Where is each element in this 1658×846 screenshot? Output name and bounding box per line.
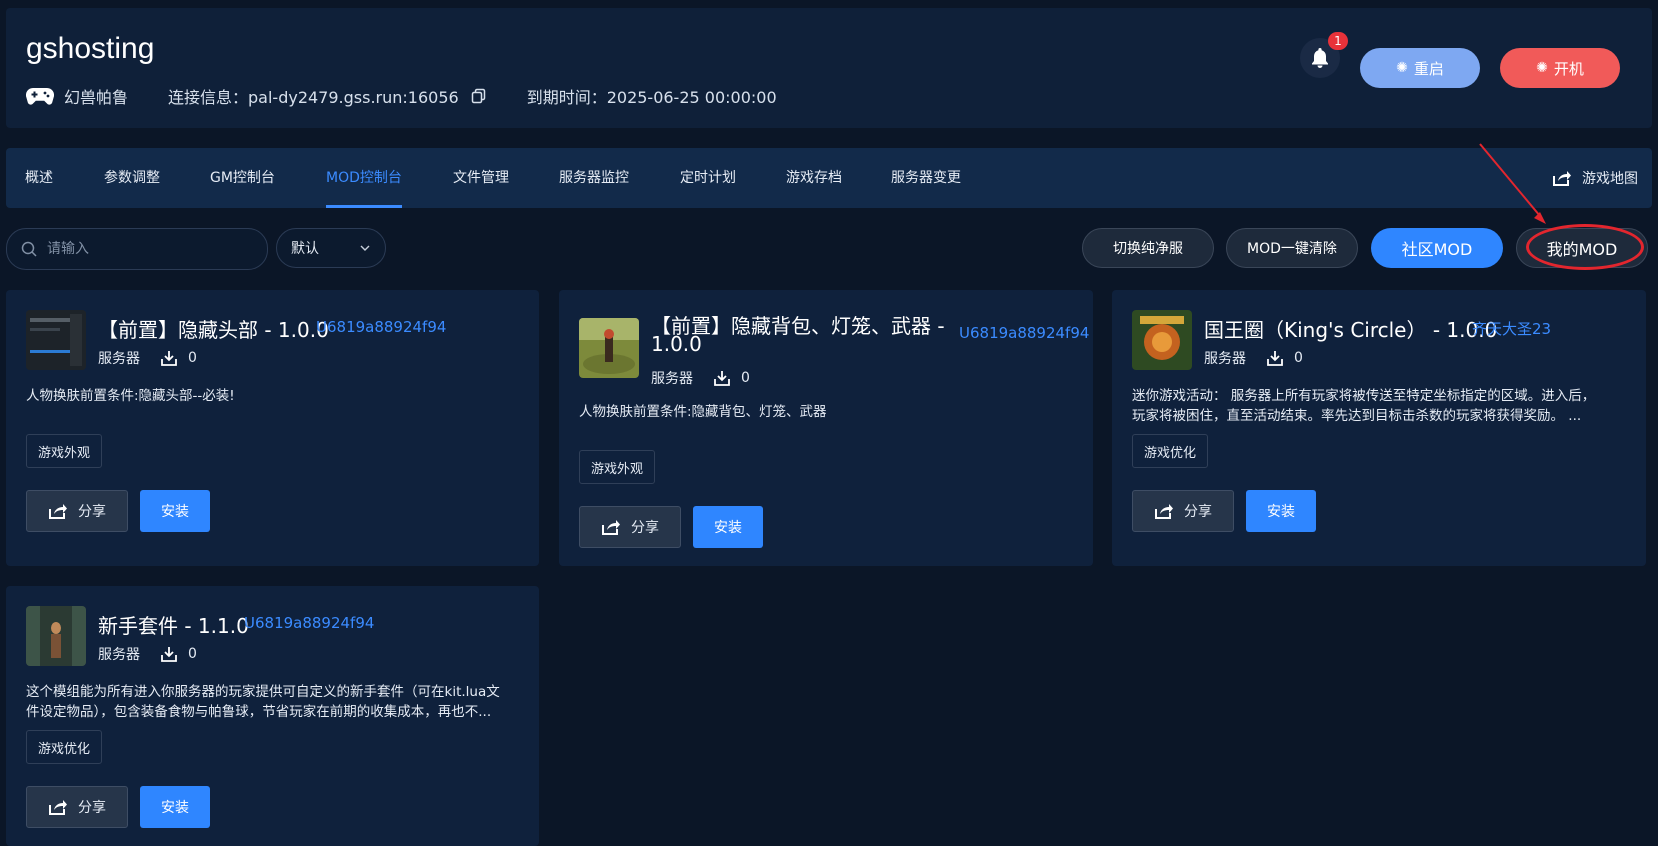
mod-author[interactable]: 齐天大圣23 [1472,318,1551,339]
tab-schedule[interactable]: 定时计划 [680,148,736,208]
switch-pure-server-button[interactable]: 切换纯净服 [1082,228,1214,268]
mod-stats: 服务器 0 [651,368,750,388]
mod-downloads: 0 [1294,350,1303,366]
mod-downloads: 0 [741,370,750,386]
mod-thumbnail [579,318,639,378]
mod-thumbnail [26,310,86,370]
mod-card: 【前置】隐藏背包、灯笼、武器 - 1.0.0 U6819a88924f94 服务… [559,290,1093,566]
brand-title: gshosting [26,32,155,65]
download-icon [714,371,730,386]
mod-downloads: 0 [188,646,197,662]
chevron-down-icon [360,245,370,251]
mod-card: 【前置】隐藏头部 - 1.0.0 U6819a88924f94 服务器 0 人物… [6,290,539,566]
share-label: 分享 [1184,504,1212,520]
install-button[interactable]: 安装 [140,786,210,828]
mod-description: 人物换肤前置条件:隐藏背包、灯笼、武器 [579,404,827,420]
game-label: 幻兽帕鲁 [64,88,129,107]
connection-text: 连接信息：pal-dy2479.gss.run:16056 [168,88,459,107]
notification-badge: 1 [1328,32,1348,50]
loading-icon: ✺ [1396,60,1408,76]
expiry-text: 到期时间：2025-06-25 00:00:00 [526,88,777,107]
mod-downloads: 0 [188,350,197,366]
tab-params[interactable]: 参数调整 [104,148,160,208]
game-name: 幻兽帕鲁 [26,84,128,108]
share-button[interactable]: 分享 [26,490,128,532]
community-mod-button[interactable]: 社区MOD [1371,228,1503,268]
connection-info: 连接信息：pal-dy2479.gss.run:16056 [168,84,487,108]
share-icon [1553,171,1571,186]
mod-tag: 游戏优化 [26,730,103,764]
mod-description-cont: 件设定物品），包含装备食物与帕鲁球，节省玩家在前期的收集成本，再也不... [26,704,492,720]
mod-platform: 服务器 [1204,351,1246,367]
install-button[interactable]: 安装 [1246,490,1316,532]
mod-description: 人物换肤前置条件:隐藏头部--必装! [26,388,235,404]
tab-file-manager[interactable]: 文件管理 [453,148,509,208]
mod-tag: 游戏优化 [1132,434,1209,468]
share-label: 分享 [78,800,106,816]
mod-tag: 游戏外观 [26,434,103,468]
mod-description-cont: 玩家将被困住，直至活动结束。率先达到目标击杀数的玩家将获得奖励。 ... [1132,408,1582,424]
mod-title: 新手套件 - 1.1.0 [98,614,249,638]
tab-game-saves[interactable]: 游戏存档 [786,148,842,208]
mod-description: 迷你游戏活动： 服务器上所有玩家将被传送至特定坐标指定的区域。进入后， [1132,388,1596,404]
restart-button[interactable]: ✺ 重启 [1360,48,1480,88]
mod-stats: 服务器 0 [98,644,197,664]
mod-thumbnail [26,606,86,666]
mod-card: 新手套件 - 1.1.0 U6819a88924f94 服务器 0 这个模组能为… [6,586,539,846]
tab-gm-console[interactable]: GM控制台 [210,148,275,208]
game-map-link[interactable]: 游戏地图 [1552,148,1638,208]
tab-overview[interactable]: 概述 [25,148,53,208]
share-icon [602,520,620,535]
sort-value: 默认 [291,241,319,257]
mod-description: 这个模组能为所有进入你服务器的玩家提供可自定义的新手套件（可在kit.lua文 [26,684,500,700]
mod-clear-button[interactable]: MOD一键清除 [1226,228,1358,268]
share-label: 分享 [631,520,659,536]
mod-stats: 服务器 0 [1204,348,1303,368]
download-icon [161,647,177,662]
mod-author[interactable]: U6819a88924f94 [244,614,374,632]
share-button[interactable]: 分享 [579,506,681,548]
tab-server-monitor[interactable]: 服务器监控 [559,148,629,208]
download-icon [1267,351,1283,366]
install-button[interactable]: 安装 [693,506,763,548]
install-button[interactable]: 安装 [140,490,210,532]
start-button[interactable]: ✺ 开机 [1500,48,1620,88]
share-button[interactable]: 分享 [1132,490,1234,532]
share-icon [49,504,67,519]
copy-icon[interactable] [471,88,487,104]
mod-title: 【前置】隐藏头部 - 1.0.0 [98,318,329,342]
share-label: 分享 [78,504,106,520]
main-tabs: 概述 参数调整 GM控制台 MOD控制台 文件管理 服务器监控 定时计划 游戏存… [6,148,1652,208]
mod-card: 国王圈（King's Circle） - 1.0.0 齐天大圣23 服务器 0 … [1112,290,1646,566]
tab-mod-console[interactable]: MOD控制台 [326,148,402,208]
share-button[interactable]: 分享 [26,786,128,828]
mod-tag: 游戏外观 [579,450,656,484]
download-icon [161,351,177,366]
bell-icon [1312,48,1328,68]
share-icon [49,800,67,815]
mod-platform: 服务器 [98,647,140,663]
expiry-info: 到期时间：2025-06-25 00:00:00 [527,84,777,108]
my-mod-button[interactable]: 我的MOD [1516,228,1648,268]
server-meta: 幻兽帕鲁 连接信息：pal-dy2479.gss.run:16056 到期时间：… [26,84,817,108]
mod-author[interactable]: U6819a88924f94 [959,324,1089,342]
mod-platform: 服务器 [98,351,140,367]
gamepad-icon [26,87,54,105]
restart-label: 重启 [1413,59,1444,78]
search-icon [21,241,37,257]
start-label: 开机 [1553,59,1584,78]
share-icon [1155,504,1173,519]
mod-thumbnail [1132,310,1192,370]
tab-server-change[interactable]: 服务器变更 [891,148,961,208]
mod-platform: 服务器 [651,371,693,387]
search-box [6,228,268,270]
mod-author[interactable]: U6819a88924f94 [316,318,446,336]
search-input[interactable] [45,240,249,258]
mod-stats: 服务器 0 [98,348,197,368]
mod-title-version: 1.0.0 [651,332,702,356]
game-map-label: 游戏地图 [1582,171,1638,187]
mod-title: 国王圈（King's Circle） - 1.0.0 [1204,318,1498,342]
sort-select[interactable]: 默认 [276,228,386,268]
loading-icon: ✺ [1536,60,1548,76]
